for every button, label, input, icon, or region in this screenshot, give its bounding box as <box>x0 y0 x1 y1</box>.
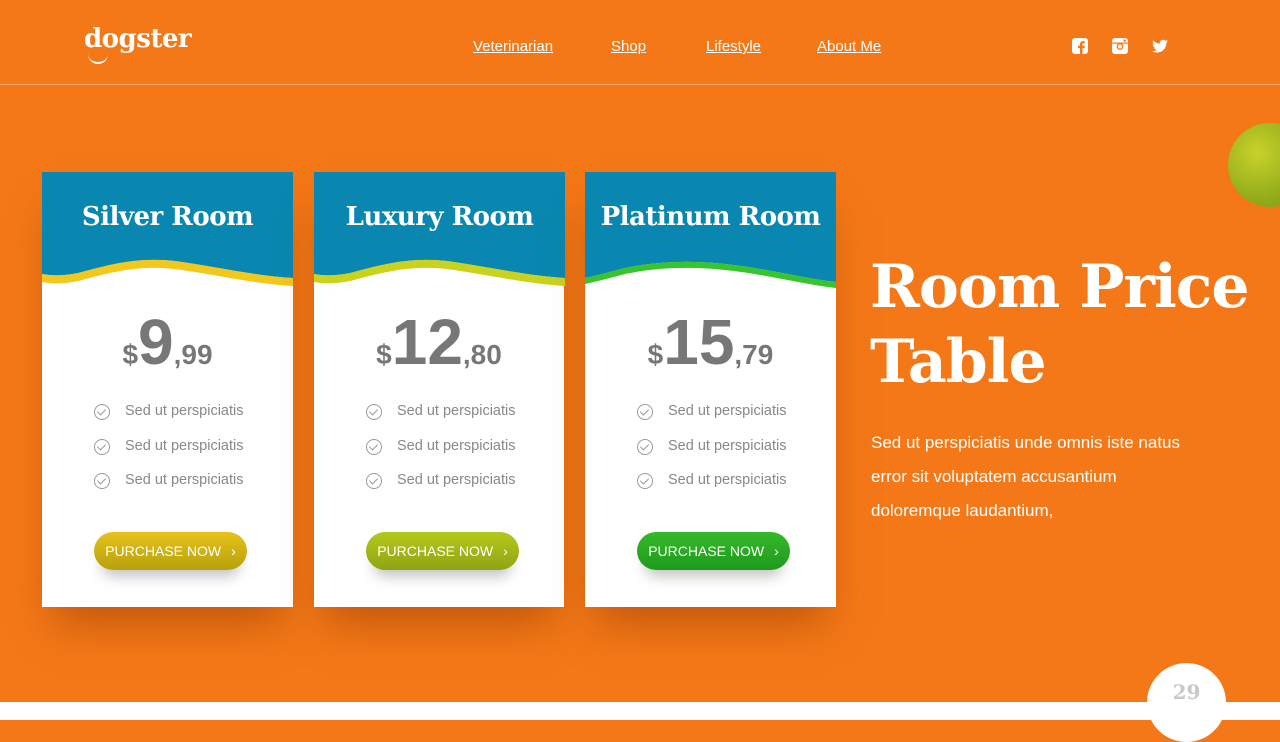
pricing-card-luxury: Luxury Room $12,80 Sed ut perspiciatis S… <box>314 172 565 607</box>
price-currency: $ <box>122 339 139 370</box>
check-circle-icon <box>94 438 110 455</box>
check-circle-icon <box>94 473 110 489</box>
price-integer: 12 <box>391 306 463 378</box>
feature-item: Sed ut perspiciatis <box>94 403 243 438</box>
check-circle-icon <box>637 473 653 489</box>
check-circle-icon <box>637 404 653 420</box>
check-circle-icon <box>366 404 382 420</box>
purchase-button[interactable]: PURCHASE NOW › <box>637 532 790 570</box>
feature-item: Sed ut perspiciatis <box>94 472 243 507</box>
check-circle-icon <box>366 438 382 455</box>
check-circle-icon <box>94 404 110 420</box>
purchase-button-label: PURCHASE NOW <box>105 543 222 559</box>
page-title-line-2: Table <box>870 327 1047 397</box>
feature-item: Sed ut perspiciatis <box>94 438 243 473</box>
feature-item: Sed ut perspiciatis <box>637 472 786 507</box>
brand-logo[interactable]: dogster <box>84 24 192 54</box>
card-title: Silver Room <box>81 202 254 232</box>
nav-link-veterinarian[interactable]: Veterinarian <box>473 38 553 55</box>
price-decimal: ,79 <box>734 339 774 370</box>
page-description: Sed ut perspiciatis unde omnis iste natu… <box>871 433 1181 520</box>
nav-link-shop[interactable]: Shop <box>611 38 646 55</box>
card-title: Platinum Room <box>600 202 821 232</box>
price-currency: $ <box>647 339 664 370</box>
feature-item: Sed ut perspiciatis <box>637 438 786 473</box>
pricing-card-silver: Silver Room $9,99 Sed ut perspiciatis Se… <box>42 172 293 607</box>
check-circle-icon <box>637 438 653 455</box>
price-decimal: ,80 <box>462 339 502 370</box>
price: $12,80 <box>314 310 564 374</box>
facebook-icon[interactable] <box>1071 37 1089 55</box>
price-integer: 9 <box>138 306 174 378</box>
chevron-right-icon: › <box>231 543 236 559</box>
footer-bar <box>0 702 1280 720</box>
price-currency: $ <box>376 339 392 370</box>
purchase-button[interactable]: PURCHASE NOW › <box>366 532 519 570</box>
nav-link-about-me[interactable]: About Me <box>817 38 881 55</box>
price-integer: 15 <box>663 306 735 378</box>
purchase-button-label: PURCHASE NOW <box>648 543 765 559</box>
page-title: Room Price Table <box>870 250 1250 400</box>
chevron-right-icon: › <box>774 543 779 559</box>
feature-item: Sed ut perspiciatis <box>366 403 515 438</box>
card-header: Platinum Room <box>585 172 836 302</box>
check-circle-icon <box>366 473 382 489</box>
price: $9,99 <box>42 310 293 374</box>
feature-list: Sed ut perspiciatis Sed ut perspiciatis … <box>94 403 243 507</box>
price-decimal: ,99 <box>173 339 213 370</box>
purchase-button-label: PURCHASE NOW <box>377 543 494 559</box>
feature-item: Sed ut perspiciatis <box>366 472 515 507</box>
decorative-circle <box>1228 123 1280 207</box>
logo-smile-icon <box>88 52 108 64</box>
card-title: Luxury Room <box>345 202 534 232</box>
purchase-button[interactable]: PURCHASE NOW › <box>94 532 247 570</box>
card-header: Luxury Room <box>314 172 565 302</box>
page-title-line-1: Room Price <box>870 252 1250 322</box>
chevron-right-icon: › <box>503 543 508 559</box>
twitter-icon[interactable] <box>1151 37 1169 55</box>
nav-link-lifestyle[interactable]: Lifestyle <box>706 38 761 55</box>
instagram-icon[interactable] <box>1111 37 1129 55</box>
card-header: Silver Room <box>42 172 293 302</box>
pricing-card-platinum: Platinum Room $15,79 Sed ut perspiciatis… <box>585 172 836 607</box>
feature-item: Sed ut perspiciatis <box>366 438 515 473</box>
feature-item: Sed ut perspiciatis <box>637 403 786 438</box>
feature-list: Sed ut perspiciatis Sed ut perspiciatis … <box>366 403 515 507</box>
feature-list: Sed ut perspiciatis Sed ut perspiciatis … <box>637 403 786 507</box>
page-number: 29 <box>1172 680 1201 704</box>
top-header: dogster Veterinarian Shop Lifestyle Abou… <box>0 0 1280 85</box>
price: $15,79 <box>585 310 836 374</box>
